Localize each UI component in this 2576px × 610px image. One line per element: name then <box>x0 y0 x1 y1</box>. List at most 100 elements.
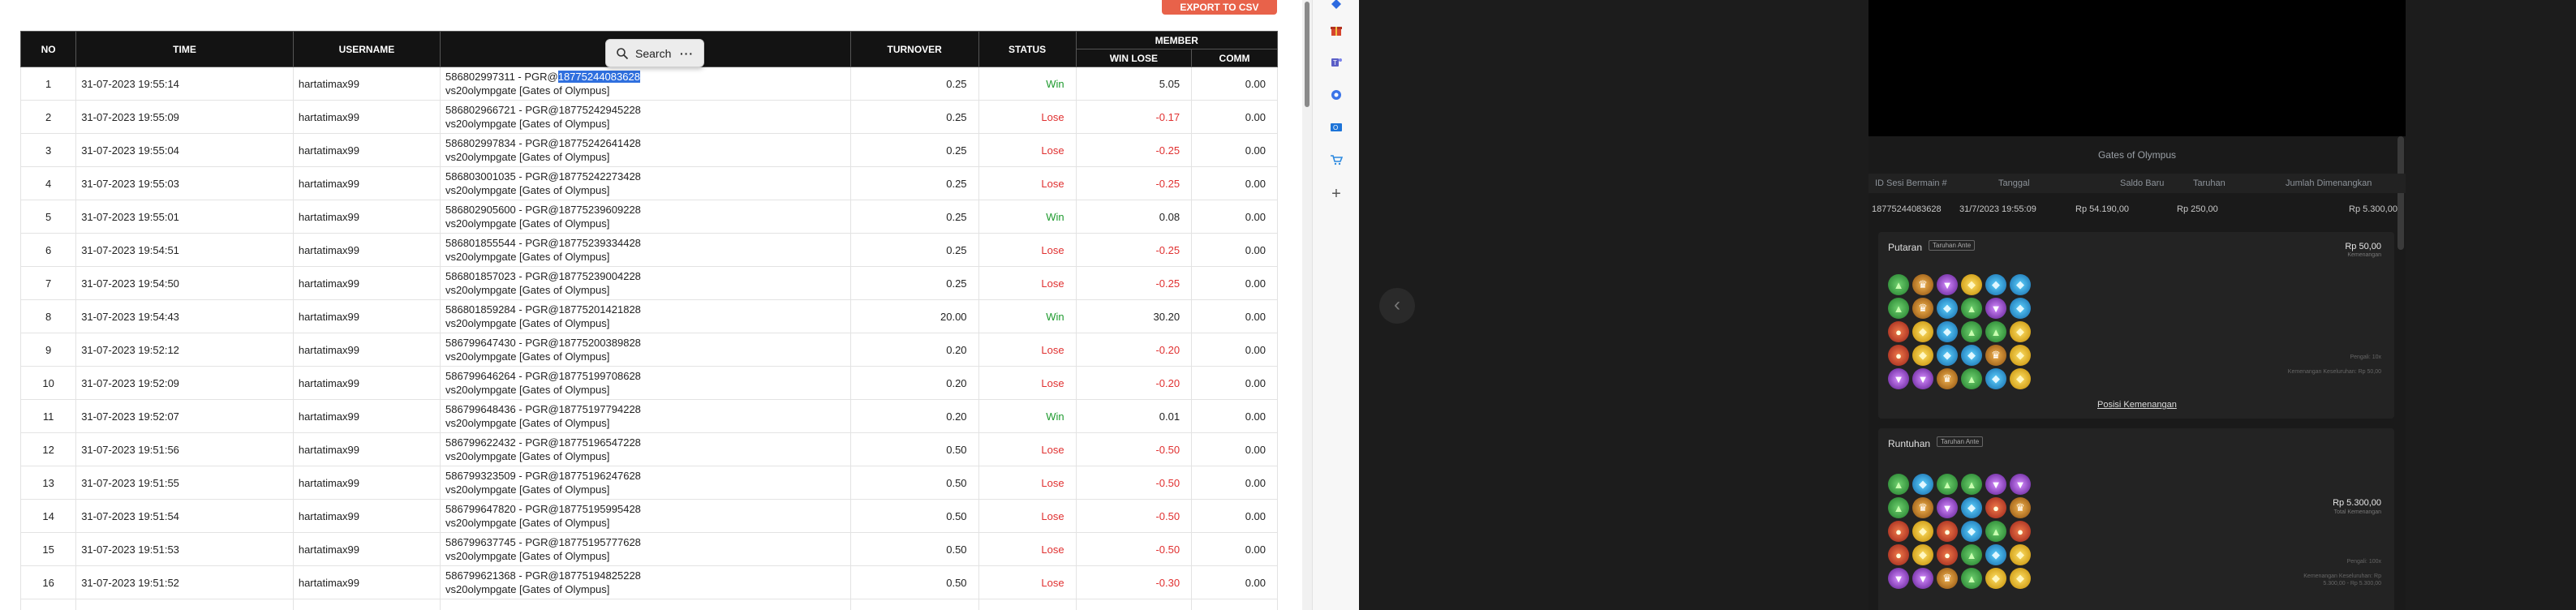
row-comm: 0.00 <box>1191 466 1278 500</box>
header-session-id: ID Sesi Bermain # <box>1875 178 1947 188</box>
more-options-icon[interactable]: ··· <box>680 47 694 60</box>
settings-icon[interactable] <box>1327 86 1345 104</box>
table-row[interactable]: 14 31-07-2023 19:51:54 hartatimax99 5867996… <box>19 499 1278 533</box>
table-row[interactable]: 586799331120 - PGR@18775194536228 <box>19 599 1278 610</box>
table-row[interactable]: 1 31-07-2023 19:55:14 hartatimax99 58680299… <box>19 67 1278 101</box>
slot-symbol-icon: ♛ <box>1985 345 2006 366</box>
slot-symbol-icon: ▲ <box>1961 298 1982 319</box>
col-time[interactable]: TIME <box>75 31 294 67</box>
row-username: hartatimax99 <box>292 366 441 400</box>
multiplier-note-2: Pengali: 100x <box>2346 559 2381 565</box>
game-name: vs20olympgate [Gates of Olympus] <box>445 550 610 562</box>
col-comm[interactable]: COMM <box>1191 49 1278 67</box>
row-comm: 0.00 <box>1191 333 1278 367</box>
selected-text[interactable]: 18775244083628 <box>557 71 640 83</box>
table-row[interactable]: 9 31-07-2023 19:52:12 hartatimax99 58679964… <box>19 333 1278 367</box>
previous-arrow-icon[interactable]: ‹ <box>1379 288 1415 324</box>
slot-symbol-icon: ▼ <box>1937 497 1958 518</box>
tumble-card: Runtuhan Taruhan Ante ▲ ◆ ▲ ▲ ▼ ▼ ▲ ♛ ▼ ◆ ● ♛ ● ◆ ● ◆ ▲ ●… <box>1878 428 2394 610</box>
slot-symbol-icon: ▼ <box>1912 368 1933 389</box>
row-comm: 0.00 <box>1191 67 1278 101</box>
row-title: 586799323509 - PGR@18775196247628 vs20oly… <box>440 466 851 500</box>
header-date: Tanggal <box>1998 178 2030 188</box>
table-row[interactable]: 7 31-07-2023 19:54:50 hartatimax99 58680185… <box>19 266 1278 300</box>
row-turnover: 0.25 <box>849 67 979 101</box>
slot-symbol-icon: ◆ <box>1912 345 1933 366</box>
game-name: vs20olympgate [Gates of Olympus] <box>445 483 610 496</box>
row-time: 31-07-2023 19:55:01 <box>75 200 294 234</box>
row-comm: 0.00 <box>1191 200 1278 234</box>
row-comm: 0.00 <box>1191 532 1278 566</box>
table-row[interactable]: 6 31-07-2023 19:54:51 hartatimax99 58680185… <box>19 233 1278 267</box>
row-turnover: 0.25 <box>849 200 979 234</box>
scrollbar-thumb[interactable] <box>1305 2 1310 107</box>
slot-symbol-icon: ▼ <box>1985 474 2006 495</box>
cart-icon[interactable] <box>1327 151 1345 169</box>
slot-symbol-icon: ▲ <box>1888 474 1909 495</box>
game-name: vs20olympgate [Gates of Olympus] <box>445 384 610 396</box>
row-win-lose: 30.20 <box>1075 299 1193 333</box>
slot-symbol-icon: ● <box>1888 521 1909 542</box>
table-row[interactable]: 10 31-07-2023 19:52:09 hartatimax99 5867996… <box>19 366 1278 400</box>
search-selection-button[interactable]: Search <box>635 47 671 60</box>
symbol-grid: ▲ ♛ ▼ ◆ ◆ ◆ ▲ ♛ ◆ ▲ ▼ ◆ ● ◆ ◆ ▲ ▲ ◆ ● ◆ ◆ ◆ ♛ ◆ ▼ ▼ ♛ ▲ ◆ ◆ <box>1888 274 2032 392</box>
row-username: hartatimax99 <box>292 200 441 234</box>
export-csv-button[interactable]: EXPORT TO CSV <box>1162 0 1277 15</box>
slot-symbol-icon: ◆ <box>2010 568 2031 589</box>
game-name: vs20olympgate [Gates of Olympus] <box>445 350 610 363</box>
row-turnover: 0.50 <box>849 565 979 599</box>
row-turnover: 0.50 <box>849 432 979 466</box>
slot-symbol-icon: ● <box>1937 544 1958 565</box>
search-icon[interactable] <box>616 47 629 60</box>
table-row[interactable]: 5 31-07-2023 19:55:01 hartatimax99 58680290… <box>19 200 1278 234</box>
col-status[interactable]: STATUS <box>978 31 1077 67</box>
row-username: hartatimax99 <box>292 499 441 533</box>
diamond-icon[interactable] <box>1327 0 1345 13</box>
transaction-id: 586803001035 - PGR@18775242273428 <box>445 170 641 183</box>
table-row[interactable]: 12 31-07-2023 19:51:56 hartatimax99 5867996… <box>19 432 1278 466</box>
teams-icon[interactable]: T <box>1327 54 1345 71</box>
row-title: 586801855544 - PGR@18775239334428 vs20oly… <box>440 233 851 267</box>
col-win-lose[interactable]: WIN LOSE <box>1075 49 1193 67</box>
table-row[interactable]: 11 31-07-2023 19:52:07 hartatimax99 5867996… <box>19 399 1278 433</box>
col-no[interactable]: NO <box>19 31 77 67</box>
game-name: vs20olympgate [Gates of Olympus] <box>445 317 610 329</box>
row-status: Lose <box>978 432 1077 466</box>
table-row[interactable]: 4 31-07-2023 19:55:03 hartatimax99 58680300… <box>19 166 1278 200</box>
slot-symbol-icon: ♛ <box>1937 568 1958 589</box>
row-time: 31-07-2023 19:55:14 <box>75 67 294 101</box>
row-no: 3 <box>19 133 77 167</box>
col-username[interactable]: USERNAME <box>292 31 441 67</box>
transaction-id: 586799621368 - PGR@18775194825228 <box>445 569 641 582</box>
row-time: 31-07-2023 19:51:55 <box>75 466 294 500</box>
row-status: Lose <box>978 133 1077 167</box>
slot-symbol-icon: ▲ <box>1888 298 1909 319</box>
table-row[interactable]: 13 31-07-2023 19:51:55 hartatimax99 5867993… <box>19 466 1278 500</box>
slot-symbol-icon: ● <box>1888 345 1909 366</box>
gift-icon[interactable] <box>1327 21 1345 39</box>
row-no: 14 <box>19 499 77 533</box>
winning-positions-link[interactable]: Posisi Kemenangan <box>2097 400 2177 410</box>
row-time: 31-07-2023 19:51:54 <box>75 499 294 533</box>
total-win-note: Kemenangan Keseluruhan: Rp 50,00 <box>2287 369 2381 375</box>
col-turnover[interactable]: TURNOVER <box>849 31 979 67</box>
slot-symbol-icon: ◆ <box>2010 321 2031 342</box>
slot-symbol-icon: ▲ <box>1961 474 1982 495</box>
row-username: hartatimax99 <box>292 565 441 599</box>
slot-symbol-icon: ◆ <box>1985 368 2006 389</box>
table-row[interactable]: 16 31-07-2023 19:51:52 hartatimax99 5867996… <box>19 565 1278 599</box>
table-row[interactable]: 2 31-07-2023 19:55:09 hartatimax99 58680296… <box>19 100 1278 134</box>
slot-symbol-icon: ◆ <box>1937 345 1958 366</box>
row-comm: 0.00 <box>1191 432 1278 466</box>
row-win-lose: -0.25 <box>1075 266 1193 300</box>
report-scrollbar[interactable] <box>1302 0 1312 610</box>
outlook-icon[interactable]: O <box>1327 118 1345 136</box>
table-row[interactable]: 3 31-07-2023 19:55:04 hartatimax99 58680299… <box>19 133 1278 167</box>
table-row[interactable]: 8 31-07-2023 19:54:43 hartatimax99 58680185… <box>19 299 1278 333</box>
game-video-area <box>1869 0 2406 136</box>
plus-icon[interactable]: + <box>1327 185 1345 203</box>
row-no: 16 <box>19 565 77 599</box>
row-win-lose: 5.05 <box>1075 67 1193 101</box>
row-no: 2 <box>19 100 77 134</box>
table-row[interactable]: 15 31-07-2023 19:51:53 hartatimax99 5867996… <box>19 532 1278 566</box>
